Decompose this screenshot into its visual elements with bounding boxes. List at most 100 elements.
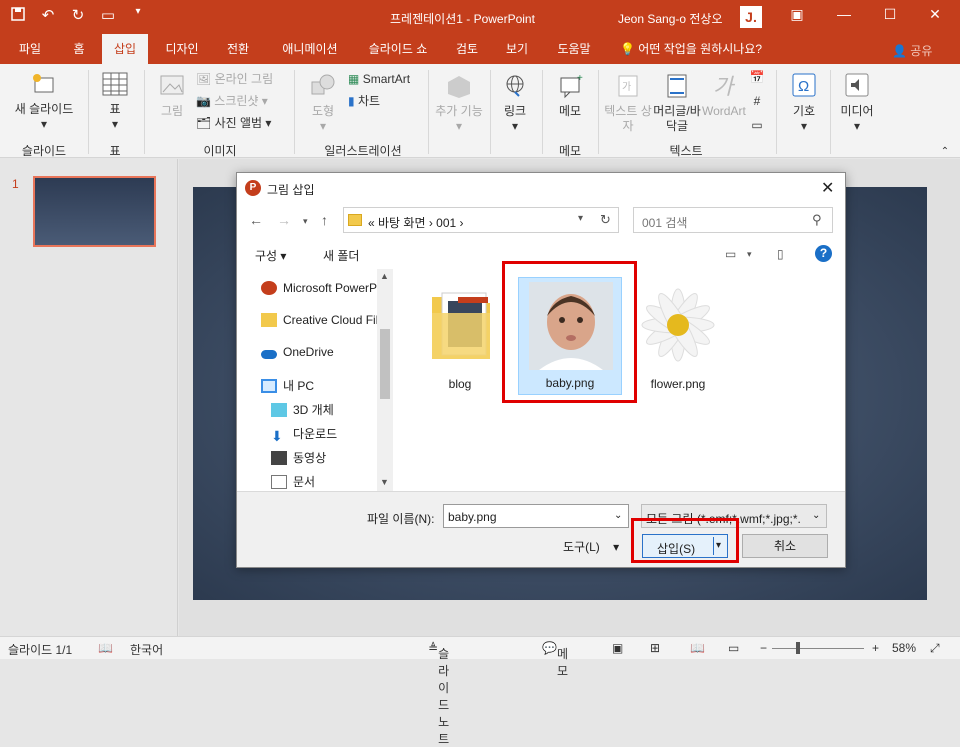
chevron-down-icon[interactable]: ⌄ <box>812 510 821 521</box>
date-time-button[interactable]: 📅 <box>746 70 768 85</box>
comments-button[interactable]: 💬 메모 <box>542 641 568 678</box>
download-icon: ⬇ <box>271 428 283 444</box>
comment-button[interactable]: + 메모 <box>548 72 592 119</box>
filetype-select[interactable]: 모든 그림 (*.emf;*.wmf;*.jpg;*. ⌄ <box>641 504 827 528</box>
media-button[interactable]: 미디어 ▾ <box>834 72 880 134</box>
zoom-out-button[interactable]: − <box>760 641 767 655</box>
tab-transitions[interactable]: 전환 <box>218 34 258 64</box>
fit-to-window-icon[interactable]: ⤢ <box>930 641 940 656</box>
header-footer-button[interactable]: 머리글/바닥글 <box>652 72 702 134</box>
chevron-down-icon[interactable]: ⌄ <box>614 510 622 521</box>
smartart-button[interactable]: ▦ SmartArt <box>348 72 422 87</box>
addins-button[interactable]: 추가 기능 ▾ <box>434 72 484 134</box>
tab-design[interactable]: 디자인 <box>158 34 206 64</box>
nav-item-powerpoint[interactable]: Microsoft PowerP <box>261 281 377 295</box>
scrollbar-thumb[interactable] <box>380 329 390 399</box>
chart-button[interactable]: ▮ 차트 <box>348 94 422 109</box>
tell-me-search[interactable]: 💡 어떤 작업을 원하시나요? <box>620 34 800 64</box>
flower-thumbnail <box>636 281 720 369</box>
new-slide-button[interactable]: 새 슬라이드 ▾ <box>8 70 80 132</box>
save-icon[interactable] <box>8 6 28 26</box>
file-item-flower-png[interactable]: flower.png <box>626 277 730 395</box>
tools-button[interactable]: 도구(L) ▾ <box>563 538 619 555</box>
photo-album-button[interactable]: 🗂 사진 앨범 ▾ <box>196 116 288 131</box>
tab-home[interactable]: 홈 <box>64 34 94 64</box>
nav-scrollbar[interactable]: ▲ ▼ <box>377 269 393 491</box>
object-button[interactable]: ▭ <box>746 118 768 133</box>
back-arrow-icon[interactable]: ← <box>249 212 263 228</box>
slide-sorter-icon[interactable]: ⊞ <box>650 641 660 655</box>
filename-input[interactable]: baby.png ⌄ <box>443 504 629 528</box>
nav-item-downloads[interactable]: ⬇ 다운로드 <box>271 425 337 443</box>
ribbon-display-icon[interactable]: ▣ <box>777 6 817 23</box>
avatar[interactable]: J. <box>740 6 762 28</box>
close-icon[interactable]: ✕ <box>821 178 834 198</box>
scroll-down-icon[interactable]: ▼ <box>380 477 389 487</box>
zoom-in-button[interactable]: + <box>872 641 879 655</box>
textbox-button[interactable]: 가 텍스트 상자 <box>604 72 652 134</box>
view-dropdown-icon[interactable]: ▾ <box>747 249 752 260</box>
nav-item-documents[interactable]: 문서 <box>271 473 315 490</box>
picture-button[interactable]: 그림 <box>150 72 194 119</box>
minimize-icon[interactable]: — <box>824 6 864 22</box>
nav-item-videos[interactable]: 동영상 <box>271 449 326 466</box>
slide-thumbnail[interactable] <box>33 176 156 247</box>
accessibility-icon[interactable]: 📖 <box>98 641 113 655</box>
address-bar[interactable]: « 바탕 화면 › 001 › ▾ ↻ <box>343 207 619 233</box>
file-item-baby-png[interactable]: baby.png <box>518 277 622 395</box>
user-name[interactable]: Jeon Sang-o 전상오 <box>618 10 723 27</box>
nav-item-onedrive[interactable]: OneDrive <box>261 345 334 359</box>
shapes-button[interactable]: 도형 ▾ <box>300 72 346 134</box>
tab-view[interactable]: 보기 <box>498 34 536 64</box>
symbols-button[interactable]: Ω 기호 ▾ <box>784 72 824 134</box>
slideshow-view-icon[interactable]: ▭ <box>728 641 739 655</box>
tab-insert[interactable]: 삽입 <box>102 34 148 64</box>
tab-help[interactable]: 도움말 <box>548 34 600 64</box>
link-button[interactable]: 링크 ▾ <box>494 72 536 134</box>
search-input[interactable]: 001 검색 ⚲ <box>633 207 833 233</box>
slide-number-button[interactable]: # <box>746 94 768 109</box>
view-options-icon[interactable]: ▭ <box>725 247 736 261</box>
forward-arrow-icon[interactable]: → <box>277 212 291 228</box>
preview-pane-icon[interactable]: ▯ <box>777 247 784 261</box>
zoom-level[interactable]: 58% <box>892 641 916 655</box>
insert-button[interactable]: 삽입(S) ▾ <box>642 534 728 558</box>
new-folder-button[interactable]: 새 폴더 <box>323 247 359 264</box>
wordart-button[interactable]: 가 WordArt <box>702 72 746 119</box>
refresh-icon[interactable]: ↻ <box>600 212 611 228</box>
recent-locations-icon[interactable]: ▾ <box>303 216 308 227</box>
zoom-slider[interactable] <box>772 648 864 649</box>
undo-icon[interactable]: ↶ <box>38 6 58 26</box>
zoom-slider-handle[interactable] <box>796 642 800 654</box>
nav-item-3d-objects[interactable]: 3D 개체 <box>271 401 334 418</box>
tab-animations[interactable]: 애니메이션 <box>272 34 348 64</box>
screenshot-button[interactable]: 📷 스크린샷 ▾ <box>196 94 288 109</box>
reading-view-icon[interactable]: 📖 <box>690 641 705 655</box>
date-time-icon: 📅 <box>749 70 765 84</box>
file-item-blog[interactable]: blog <box>408 277 512 395</box>
up-arrow-icon[interactable]: ↑ <box>321 212 328 228</box>
redo-icon[interactable]: ↻ <box>68 6 88 26</box>
help-icon[interactable]: ? <box>815 245 832 262</box>
close-icon[interactable]: ✕ <box>915 6 955 23</box>
scroll-up-icon[interactable]: ▲ <box>380 271 389 281</box>
online-picture-button[interactable]: 🖼 온라인 그림 <box>196 72 288 87</box>
notes-button[interactable]: ≜ 슬라이드 노트 <box>428 641 449 746</box>
insert-options-icon[interactable]: ▾ <box>716 540 721 551</box>
share-button[interactable]: 👤 공유 <box>892 42 932 59</box>
organize-button[interactable]: 구성 ▾ <box>255 247 286 264</box>
language[interactable]: 한국어 <box>130 641 163 658</box>
table-button[interactable]: 표 ▾ <box>94 70 136 132</box>
nav-item-this-pc[interactable]: 내 PC <box>261 377 314 394</box>
tab-review[interactable]: 검토 <box>448 34 486 64</box>
start-slideshow-icon[interactable]: ▭ <box>98 6 118 26</box>
collapse-ribbon-icon[interactable]: ⌃ <box>938 144 952 159</box>
tab-file[interactable]: 파일 <box>6 34 54 64</box>
tab-slideshow[interactable]: 슬라이드 쇼 <box>360 34 436 64</box>
cancel-button[interactable]: 취소 <box>742 534 828 558</box>
nav-item-creative-cloud[interactable]: Creative Cloud Fil <box>261 313 378 327</box>
customize-qat-icon[interactable]: ▾ <box>128 6 148 26</box>
chevron-down-icon[interactable]: ▾ <box>578 213 583 224</box>
normal-view-icon[interactable]: ▣ <box>612 641 623 655</box>
maximize-icon[interactable]: ☐ <box>870 6 910 23</box>
